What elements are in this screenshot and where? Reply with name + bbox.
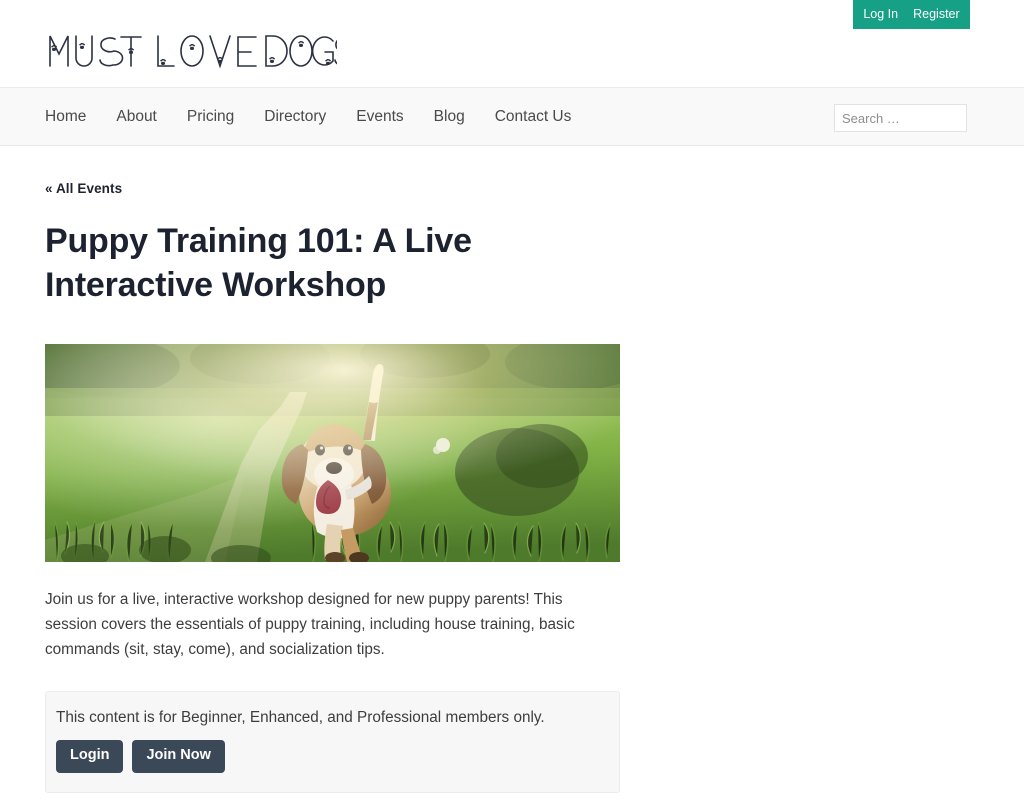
nav-link-events[interactable]: Events [341,109,418,125]
nav-list: Home About Pricing Directory Events Blog… [0,109,586,125]
event-description: Join us for a live, interactive workshop… [45,591,575,658]
log-in-link[interactable]: Log In [863,8,898,21]
nav-link-home[interactable]: Home [45,109,101,125]
join-now-button[interactable]: Join Now [132,740,225,774]
login-button[interactable]: Login [56,740,124,774]
main-navigation: Home About Pricing Directory Events Blog… [0,87,1024,146]
register-link[interactable]: Register [913,8,960,21]
nav-item-home: Home [45,109,101,125]
main-content: « All Events Puppy Training 101: A Live … [0,146,1024,794]
nav-link-blog[interactable]: Blog [419,109,480,125]
back-to-all-events-link[interactable]: « All Events [45,181,122,196]
nav-item-pricing: Pricing [172,109,249,125]
dog-photo-illustration [45,344,620,563]
membership-restriction-box: This content is for Beginner, Enhanced, … [45,691,620,794]
nav-item-blog: Blog [419,109,480,125]
page-title: Puppy Training 101: A Live Interactive W… [45,222,472,304]
nav-item-contact-us: Contact Us [480,109,587,125]
site-header [0,29,1024,87]
restriction-actions: Login Join Now [56,740,619,774]
nav-link-pricing[interactable]: Pricing [172,109,249,125]
auth-links-group: Log In Register [853,0,970,29]
nav-link-directory[interactable]: Directory [249,109,341,125]
search-input[interactable] [834,104,967,132]
featured-event-image [45,344,620,563]
nav-item-events: Events [341,109,418,125]
nav-link-contact-us[interactable]: Contact Us [480,109,587,125]
nav-link-about[interactable]: About [101,109,172,125]
nav-item-directory: Directory [249,109,341,125]
nav-item-about: About [101,109,172,125]
restriction-message: This content is for Beginner, Enhanced, … [56,709,545,727]
paw-print-decorations [51,40,331,66]
site-logo[interactable] [45,21,337,79]
logo-wordmark-icon [49,35,337,69]
search-container [834,104,967,132]
